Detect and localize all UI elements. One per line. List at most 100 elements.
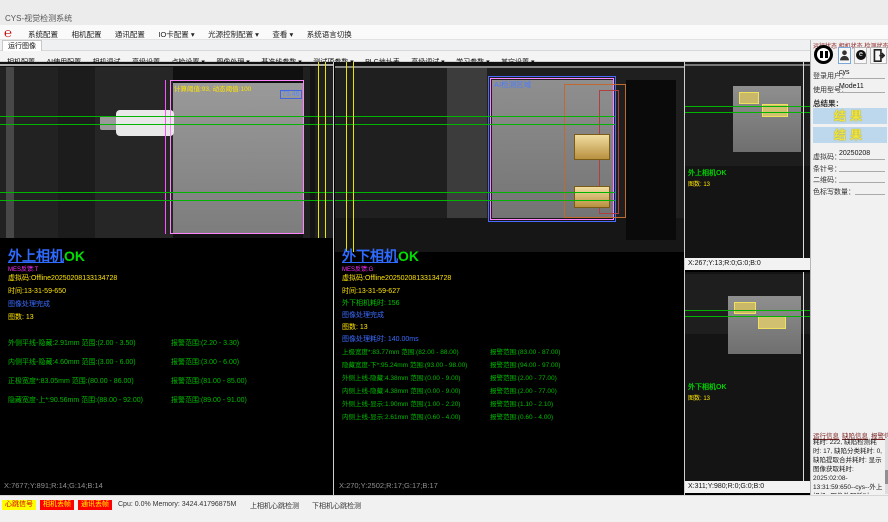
time-line: 时间:13-31-59-627 <box>342 286 400 296</box>
pause-button[interactable] <box>814 45 833 64</box>
camera-drop-badge: 相机丢帧 <box>40 500 74 510</box>
pink-roi-box <box>170 80 304 234</box>
needle-no-label: 条针号： <box>813 164 841 174</box>
yellow-guide-line <box>353 62 354 252</box>
measurement-row: 隐藏宽度-下*:95.24mm 范围:(93.00 - 98.00) 报警范围:… <box>342 359 684 369</box>
qr-code-label: 二维码： <box>813 175 841 185</box>
dark-slot <box>626 80 676 240</box>
run-log-text: 耗时: 222, 缺陷检测耗时: 17, 缺陷分类耗时: 0, 缺陷提取合并耗时… <box>813 438 883 494</box>
pixel-coords-readout: X:7677;Y:891;R:14;G:14;B:14 <box>4 481 103 490</box>
measurement-row: 正极宽度*:83.05mm 范围:(80.00 - 86.00) 报警范围:(8… <box>8 376 333 386</box>
camera-result-title: 外下相机OK <box>342 246 419 266</box>
yellow-guide-line <box>325 62 326 238</box>
green-baseline <box>0 200 333 201</box>
green-baseline <box>685 106 810 107</box>
comm-drop-badge: 通讯丢帧 <box>78 500 112 510</box>
mini-result-title: 外下相机OK <box>688 382 727 392</box>
defect-marker-box <box>734 302 756 314</box>
green-baseline <box>685 310 810 311</box>
mini-frame-count: 图数: 13 <box>688 393 710 402</box>
qr-code-field[interactable] <box>839 173 885 183</box>
panel-divider <box>333 62 334 495</box>
main-view-area: 计算阈值:93, 动态阈值:100 73.46 外上相机OK MES反馈:T 虚… <box>0 62 810 495</box>
user-login-button[interactable] <box>838 47 851 64</box>
yellow-guide-line <box>346 62 347 252</box>
heartbeat-badge: 心跳信号 <box>2 500 36 510</box>
green-baseline <box>335 200 615 201</box>
defect-marker-box <box>739 92 759 104</box>
app-logo-icon: ℮ <box>4 25 12 40</box>
green-baseline <box>685 316 810 317</box>
pause-icon <box>820 51 823 58</box>
camera-view-upper[interactable]: 计算阈值:93, 动态阈值:100 73.46 外上相机OK MES反馈:T 虚… <box>0 62 333 495</box>
machine-stripe <box>6 67 14 238</box>
sidebar: 运行状态 相机状态 检测状态 e 登录用户： cys 使用型号： Mode11 … <box>810 40 888 495</box>
green-baseline <box>0 116 333 117</box>
info-icon: e <box>856 50 866 60</box>
lower-camera-image[interactable]: AI检测区域 <box>335 62 684 252</box>
virtual-code-field[interactable]: 20250208 <box>839 150 885 160</box>
tab-strip: 运行图像 <box>0 40 810 51</box>
measurement-row: 内侧上线-隐藏:4.38mm 范围:(0.00 - 9.00) 报警范围:(2.… <box>342 385 684 395</box>
green-baseline <box>335 116 615 117</box>
camera-thumb-lower[interactable]: 外下相机OK 图数: 13 X:311;Y:980;R:0;G:0;B:0 <box>685 272 810 495</box>
measurement-row: 外侧上线-显示:1.90mm 范围:(1.00 - 2.20) 报警范围:(1.… <box>342 398 684 408</box>
green-baseline <box>335 124 615 125</box>
cpu-memory-readout: Cpu: 0.0% Memory: 3424.41796875M <box>118 501 236 508</box>
green-baseline <box>335 192 615 193</box>
thumb-lower-image[interactable]: 外下相机OK 图数: 13 <box>685 272 810 481</box>
frame-count-line: 图数: 13 <box>342 322 368 332</box>
user-value-field[interactable]: cys <box>839 69 885 79</box>
model-value-field[interactable]: Mode11 <box>839 83 885 93</box>
pixel-coords-readout: X:267;Y:13;R:0;G:0;B:0 <box>685 258 810 270</box>
upper-camera-image[interactable]: 计算阈值:93, 动态阈值:100 73.46 <box>0 62 333 238</box>
threshold-annotation: 计算阈值:93, 动态阈值:100 <box>174 83 251 93</box>
user-icon <box>839 49 850 62</box>
ai-region-label: AI检测区域 <box>494 79 531 90</box>
pixel-coords-readout: X:270;Y:2502;R:17;G:17;B:17 <box>339 481 438 490</box>
status-bar: 心跳信号 相机丢帧 通讯丢帧 Cpu: 0.0% Memory: 3424.41… <box>0 495 888 522</box>
measurement-row: 外侧平线-隐藏:2.91mm 范围:(2.00 - 3.50) 报警范围:(2.… <box>8 338 333 348</box>
upper-cam-heartbeat: 上相机心跳检测 <box>250 501 299 511</box>
defect-marker-box <box>758 316 786 329</box>
measurement-row: 内侧平线-隐藏:4.60mm 范围:(3.00 - 6.00) 报警范围:(3.… <box>8 357 333 367</box>
mes-status: MES反馈:T <box>8 264 38 273</box>
white-guide-line <box>803 272 804 481</box>
mini-result-title: 外上相机OK <box>688 168 727 178</box>
camera-elapsed-line: 外下相机耗时: 156 <box>342 298 400 308</box>
white-guide-line <box>803 62 804 258</box>
green-baseline <box>685 112 810 113</box>
measurement-row: 隐藏宽度-上*:90.56mm 范围:(88.00 - 92.00) 报警范围:… <box>8 395 333 405</box>
lower-cam-heartbeat: 下相机心跳检测 <box>312 501 361 511</box>
result-indicator-2: 结果 <box>813 127 887 143</box>
toolbar: 相机配置 AI使用配置 相机调试 高级设置 点检设置 ▾ 图像处理 ▾ 基准线参… <box>0 51 888 62</box>
frame-count-line: 图数: 13 <box>8 312 34 322</box>
mark-write-count-label: 色标写数量： <box>813 187 855 197</box>
camera-view-lower[interactable]: AI检测区域 外下相机OK MES反馈:G 虚拟码:Offline2025020… <box>335 62 684 495</box>
process-done-line: 图像处理完成 <box>342 310 384 320</box>
needle-no-field[interactable] <box>839 162 885 172</box>
logout-button[interactable] <box>870 47 887 64</box>
magenta-guide-line <box>165 80 166 234</box>
virtual-code-label: 虚拟码： <box>813 152 841 162</box>
green-baseline <box>0 192 333 193</box>
menu-bar: ℮ 系统配置 相机配置 通讯配置 IO卡配置 ▾ 光源控制配置 ▾ 查看 ▾ 系… <box>0 25 888 40</box>
measurement-row: 上极宽度*:83.77mm 范围:(82.00 - 88.00) 报警范围:(8… <box>342 346 684 356</box>
measurement-row: 外侧上线-隐藏:4.38mm 范围:(0.00 - 9.00) 报警范围:(2.… <box>342 372 684 382</box>
gold-contact <box>574 186 610 208</box>
process-time-line: 图像处理耗时: 140.00ms <box>342 334 419 344</box>
mes-status: MES反馈:G <box>342 264 373 273</box>
mini-frame-count: 图数: 13 <box>688 179 710 188</box>
app-window: CYS-视觉检测系统 ℮ 系统配置 相机配置 通讯配置 IO卡配置 ▾ 光源控制… <box>0 0 888 522</box>
thumb-upper-image[interactable]: 外上相机OK 图数: 13 <box>685 62 810 258</box>
camera-result-title: 外上相机OK <box>8 246 85 266</box>
window-title: CYS-视觉检测系统 <box>5 13 72 24</box>
yellow-guide-line <box>318 62 319 238</box>
info-button[interactable]: e <box>854 47 867 64</box>
pixel-coords-readout: X:311;Y:980;R:0;G:0;B:0 <box>685 481 810 493</box>
camera-thumb-upper[interactable]: 外上相机OK 图数: 13 X:267;Y:13;R:0;G:0;B:0 <box>685 62 810 270</box>
tab-run-image[interactable]: 运行图像 <box>2 40 42 51</box>
exit-door-icon <box>872 49 885 62</box>
mark-write-count-field[interactable] <box>855 185 885 195</box>
machine-edge <box>0 64 333 66</box>
